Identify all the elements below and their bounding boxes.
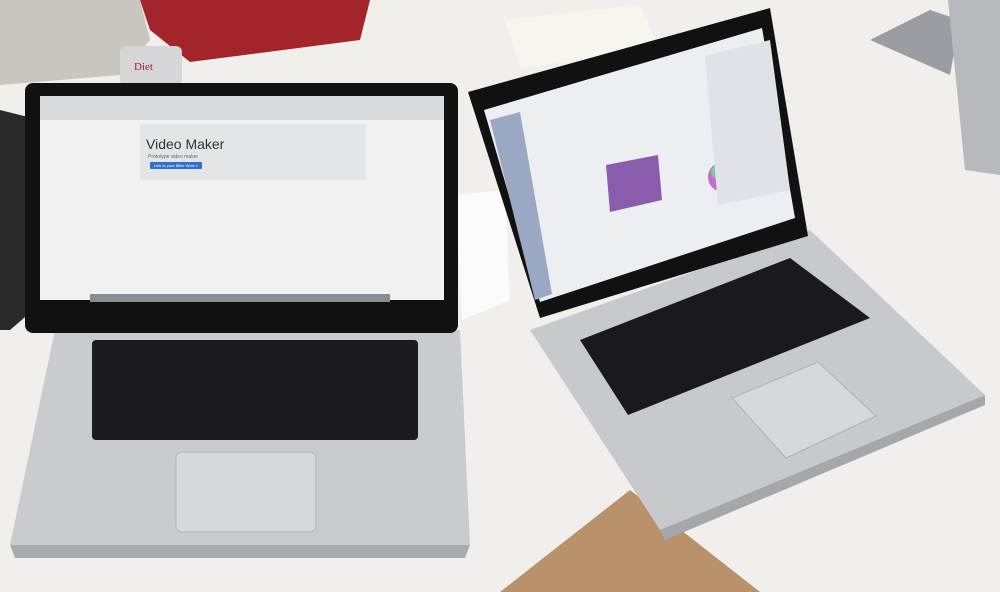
left-dock (90, 294, 390, 302)
paper-sheet (455, 190, 510, 320)
primary-button[interactable]: Link to your Biller Wow » (150, 162, 202, 169)
left-hero-panel (140, 124, 366, 180)
page-subtitle: Prototype video maker (148, 154, 199, 160)
left-browser-toolbar (40, 96, 444, 120)
left-trackpad (175, 451, 317, 533)
desk-scene: Diet (0, 0, 1000, 592)
left-keyboard (92, 340, 418, 440)
left-laptop (10, 83, 470, 558)
page-title: Video Maker (146, 136, 225, 152)
can-label: Diet (134, 61, 153, 73)
